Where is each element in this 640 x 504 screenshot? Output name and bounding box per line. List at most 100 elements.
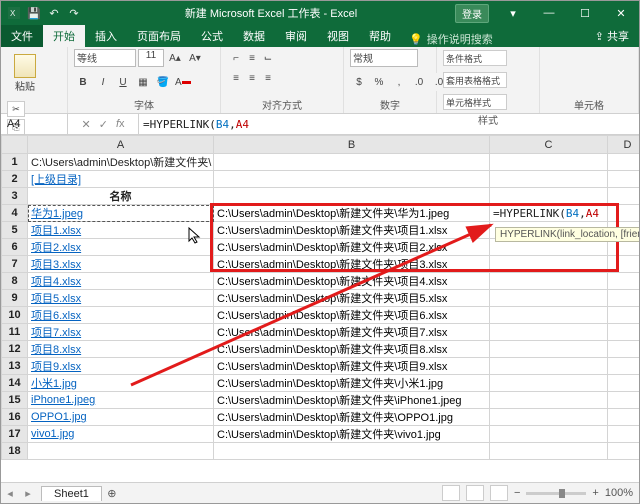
cell-A17[interactable]: vivo1.jpg [28,426,214,443]
row-header[interactable]: 17 [2,426,28,443]
font-name-select[interactable]: 等线 [74,49,136,67]
cell-A18[interactable] [28,443,214,460]
cell-A8[interactable]: 项目4.xlsx [28,273,214,290]
cell-B17[interactable]: C:\Users\admin\Desktop\新建文件夹\vivo1.jpg [214,426,490,443]
conditional-format-button[interactable]: 条件格式 [443,50,507,66]
cell-D7[interactable] [608,256,640,273]
col-header-c[interactable]: C [490,136,608,154]
cell-A5[interactable]: 项目1.xlsx [28,222,214,239]
cell-B2[interactable] [214,171,490,188]
cell-B16[interactable]: C:\Users\admin\Desktop\新建文件夹\OPPO1.jpg [214,409,490,426]
fill-color-button[interactable]: 🪣 [154,73,172,91]
add-sheet-button[interactable]: ⊕ [102,487,122,500]
cell-D3[interactable] [608,188,640,205]
cell-C12[interactable] [490,341,608,358]
row-header[interactable]: 18 [2,443,28,460]
cell-C10[interactable] [490,307,608,324]
cell-D13[interactable] [608,358,640,375]
cell-D12[interactable] [608,341,640,358]
tab-formulas[interactable]: 公式 [191,25,233,47]
italic-button[interactable]: I [94,73,112,91]
cell-D17[interactable] [608,426,640,443]
underline-button[interactable]: U [114,73,132,91]
save-icon[interactable]: 💾 [27,6,41,20]
cell-B14[interactable]: C:\Users\admin\Desktop\新建文件夹\小米1.jpg [214,375,490,392]
cell-A3[interactable]: 名称 [28,188,214,205]
cell-B10[interactable]: C:\Users\admin\Desktop\新建文件夹\项目6.xlsx [214,307,490,324]
number-format-select[interactable]: 常规 [350,49,418,67]
comma-icon[interactable]: , [390,73,408,91]
cell-C17[interactable] [490,426,608,443]
cell-A9[interactable]: 项目5.xlsx [28,290,214,307]
cell-B4[interactable]: C:\Users\admin\Desktop\新建文件夹\华为1.jpeg [214,205,490,222]
cancel-icon[interactable]: ✕ [82,118,91,131]
cell-C11[interactable] [490,324,608,341]
cell-D14[interactable] [608,375,640,392]
font-color-button[interactable]: A [174,73,192,91]
share-button[interactable]: ⇪ 共享 [585,25,639,47]
col-header-d[interactable]: D [608,136,640,154]
minimize-icon[interactable]: — [531,1,567,25]
zoom-level[interactable]: 100% [605,487,633,499]
col-header-b[interactable]: B [214,136,490,154]
cell-B11[interactable]: C:\Users\admin\Desktop\新建文件夹\项目7.xlsx [214,324,490,341]
ribbon-options-icon[interactable]: ▾ [495,1,531,25]
sheet-nav-prev-icon[interactable]: ◂ [1,487,19,500]
cell-B5[interactable]: C:\Users\admin\Desktop\新建文件夹\项目1.xlsx [214,222,490,239]
border-button[interactable]: ▦ [134,73,152,91]
fx-icon[interactable]: fx [116,118,125,130]
row-header[interactable]: 4 [2,205,28,222]
cell-C18[interactable] [490,443,608,460]
cell-B1[interactable] [214,154,490,171]
row-header[interactable]: 9 [2,290,28,307]
tab-review[interactable]: 审阅 [275,25,317,47]
tell-me-search[interactable]: 💡 操作说明搜索 [409,31,493,47]
row-header[interactable]: 13 [2,358,28,375]
cell-A15[interactable]: iPhone1.jpeg [28,392,214,409]
login-button[interactable]: 登录 [455,4,489,23]
row-header[interactable]: 7 [2,256,28,273]
cell-A11[interactable]: 项目7.xlsx [28,324,214,341]
maximize-icon[interactable]: ☐ [567,1,603,25]
redo-icon[interactable]: ↷ [67,6,81,20]
cell-C1[interactable] [490,154,608,171]
row-header[interactable]: 10 [2,307,28,324]
row-header[interactable]: 11 [2,324,28,341]
cell-B9[interactable]: C:\Users\admin\Desktop\新建文件夹\项目5.xlsx [214,290,490,307]
spreadsheet-grid[interactable]: A B C D 1C:\Users\admin\Desktop\新建文件夹\2[… [1,135,639,483]
decrease-font-icon[interactable]: A▾ [186,49,204,67]
view-pagebreak-icon[interactable] [490,485,508,501]
cell-D8[interactable] [608,273,640,290]
cell-D18[interactable] [608,443,640,460]
row-header[interactable]: 1 [2,154,28,171]
currency-icon[interactable]: $ [350,73,368,91]
view-normal-icon[interactable] [442,485,460,501]
cell-C2[interactable] [490,171,608,188]
cell-A14[interactable]: 小米1.jpg [28,375,214,392]
cell-C9[interactable] [490,290,608,307]
bold-button[interactable]: B [74,73,92,91]
tab-insert[interactable]: 插入 [85,25,127,47]
paste-button[interactable]: 粘贴 [7,49,43,97]
tab-view[interactable]: 视图 [317,25,359,47]
increase-decimal-icon[interactable]: .0 [410,73,428,91]
tab-help[interactable]: 帮助 [359,25,401,47]
cell-B7[interactable]: C:\Users\admin\Desktop\新建文件夹\项目3.xlsx [214,256,490,273]
cell-C8[interactable] [490,273,608,290]
cell-D2[interactable] [608,171,640,188]
name-box[interactable]: A4 [1,114,68,134]
cell-A4[interactable]: 华为1.jpeg [28,205,214,222]
cell-B15[interactable]: C:\Users\admin\Desktop\新建文件夹\iPhone1.jpe… [214,392,490,409]
tab-layout[interactable]: 页面布局 [127,25,191,47]
sheet-nav-next-icon[interactable]: ▸ [19,487,37,500]
cell-D16[interactable] [608,409,640,426]
cell-B18[interactable] [214,443,490,460]
font-size-select[interactable]: 11 [138,49,164,67]
row-header[interactable]: 5 [2,222,28,239]
increase-font-icon[interactable]: A▴ [166,49,184,67]
undo-icon[interactable]: ↶ [47,6,61,20]
cell-A10[interactable]: 项目6.xlsx [28,307,214,324]
row-header[interactable]: 16 [2,409,28,426]
cell-A1[interactable]: C:\Users\admin\Desktop\新建文件夹\ [28,154,214,171]
col-header-a[interactable]: A [28,136,214,154]
